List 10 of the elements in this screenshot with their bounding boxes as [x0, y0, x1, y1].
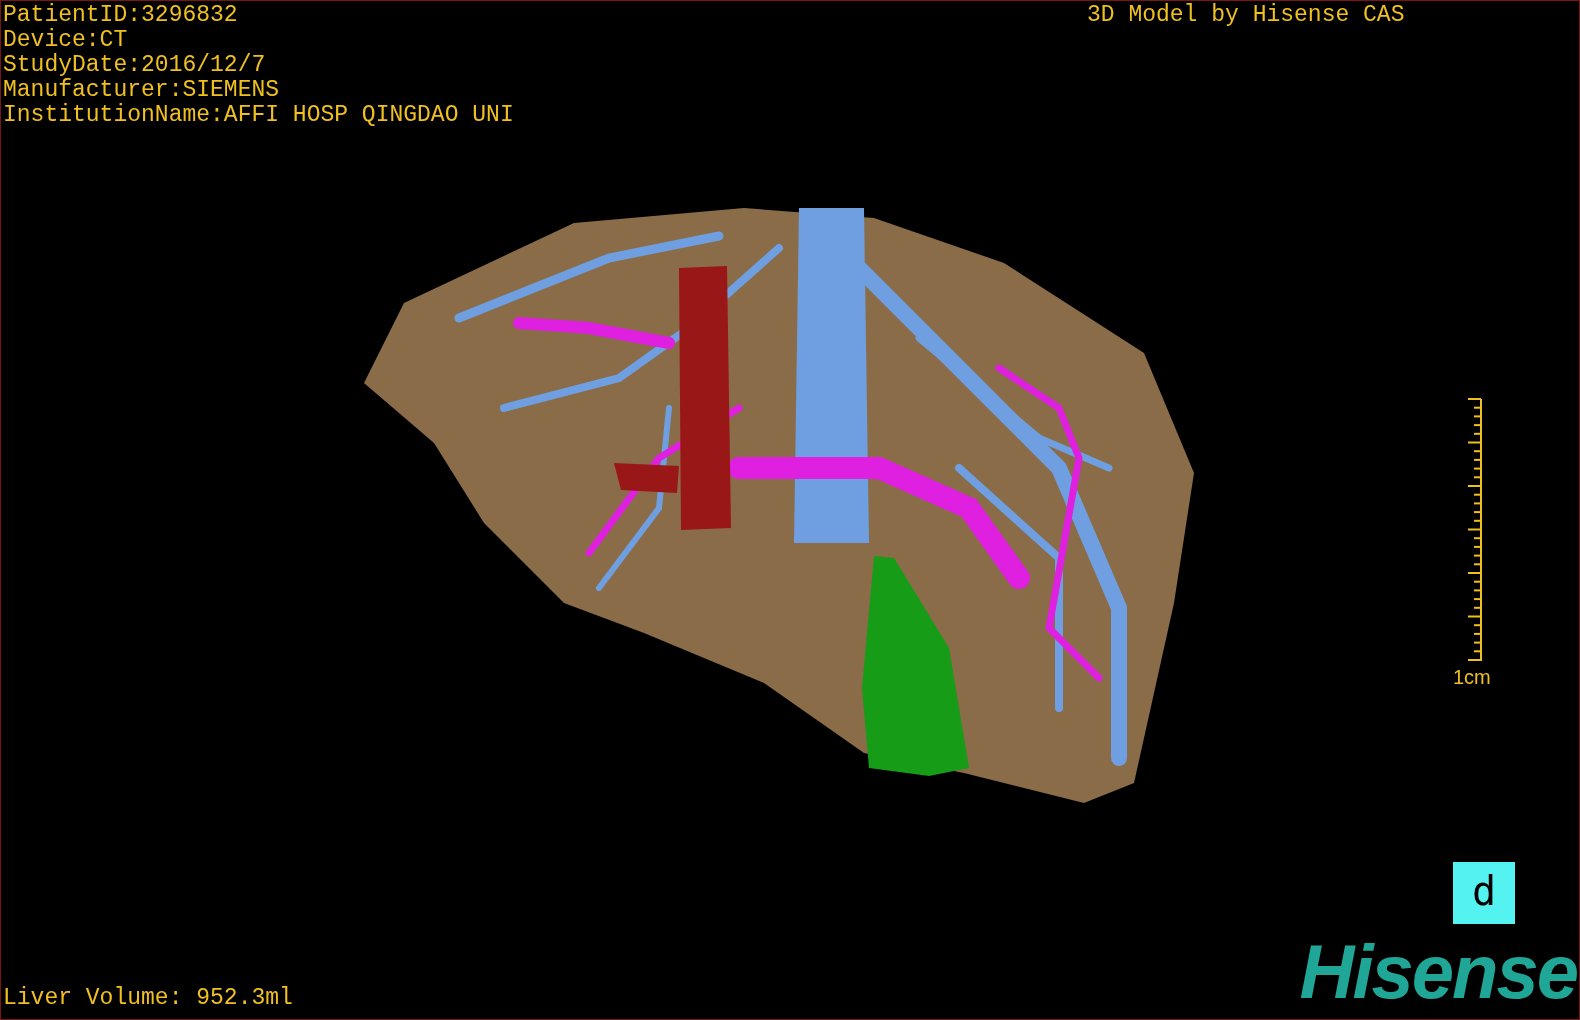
brand-logo: Hisense — [1299, 931, 1577, 1013]
study-info-text: Device:CT — [3, 28, 129, 53]
liver-volume-text: Liver Volume: 952.3ml — [3, 985, 293, 1011]
orientation-cube[interactable]: d — [1453, 862, 1515, 924]
viewer-title: 3D Model by Hisense CAS — [1087, 3, 1405, 28]
study-info-text: StudyDate:2016/12/7 — [3, 53, 267, 78]
study-info-text: InstitutionName:AFFI HOSP QINGDAO UNI — [3, 103, 514, 128]
scale-label: 1cm — [1453, 666, 1491, 688]
study-info-text: PatientID:3296832 — [3, 3, 239, 28]
study-info-text: Manufacturer:SIEMENS — [3, 78, 281, 103]
